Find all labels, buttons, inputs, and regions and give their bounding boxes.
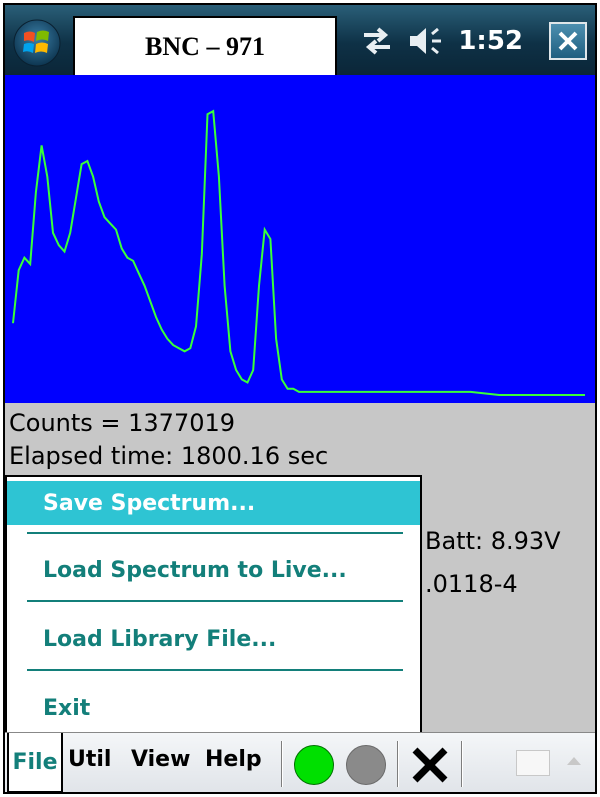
menu-help[interactable]: Help [205, 747, 262, 772]
menu-view[interactable]: View [131, 747, 190, 772]
input-panel-arrow-icon[interactable] [567, 757, 581, 765]
toolbar-divider [281, 741, 283, 787]
window-title: BNC – 971 [73, 16, 337, 78]
menu-item-load-spectrum-live[interactable]: Load Spectrum to Live... [7, 548, 420, 592]
windows-start-icon[interactable] [13, 19, 61, 67]
menu-util[interactable]: Util [68, 747, 111, 772]
toolbar-divider [397, 741, 399, 787]
connectivity-icon[interactable] [360, 26, 394, 56]
title-bar: BNC – 971 1:52 [5, 5, 595, 78]
battery-text: Batt: 8.93V [425, 527, 561, 555]
keyboard-icon[interactable] [516, 750, 550, 776]
stop-acquisition-icon[interactable] [346, 745, 386, 785]
spectrum-plot[interactable] [5, 75, 597, 403]
menu-bar: File Util View Help [5, 732, 595, 792]
elapsed-time-text: Elapsed time: 1800.16 sec [9, 442, 329, 470]
menu-divider [27, 532, 403, 534]
device-screen: BNC – 971 1:52 Counts = 1377019 Elapsed … [3, 3, 597, 794]
menu-divider [27, 669, 403, 671]
counts-text: Counts = 1377019 [9, 409, 236, 437]
measurement-info: Counts = 1377019 Elapsed time: 1800.16 s… [9, 407, 328, 473]
clock[interactable]: 1:52 [458, 26, 523, 56]
volume-icon[interactable] [408, 25, 444, 57]
menu-item-load-library[interactable]: Load Library File... [7, 617, 420, 661]
file-menu: Save Spectrum... Load Spectrum to Live..… [5, 475, 422, 737]
spectrum-trace [12, 109, 585, 396]
menu-file[interactable]: File [7, 733, 63, 792]
close-icon [558, 31, 578, 51]
system-tray: 1:52 [360, 19, 587, 63]
start-acquisition-icon[interactable] [294, 745, 334, 785]
toolbar-divider [461, 741, 463, 787]
close-button[interactable] [549, 22, 587, 60]
close-x-icon[interactable] [410, 745, 450, 785]
menu-divider [27, 600, 403, 602]
menu-item-exit[interactable]: Exit [7, 686, 420, 730]
serial-text: .0118-4 [425, 570, 518, 598]
menu-item-save-spectrum[interactable]: Save Spectrum... [7, 481, 420, 525]
